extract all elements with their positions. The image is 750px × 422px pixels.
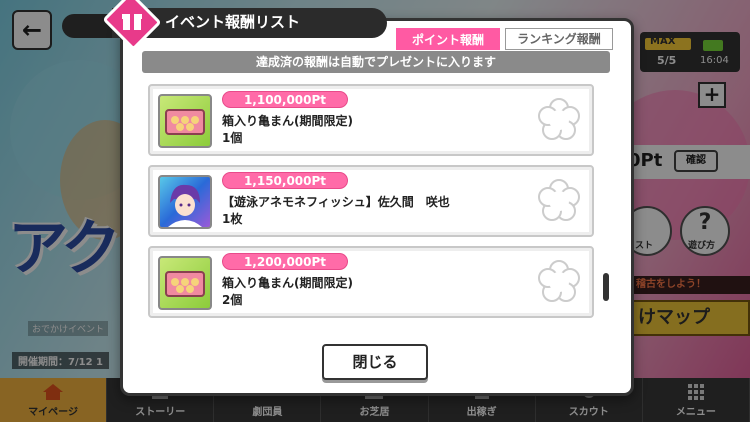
reward-name: 箱入り亀まん(期間限定) (222, 114, 353, 128)
character-portrait-icon (168, 184, 202, 227)
reward-thumbnail (158, 256, 212, 310)
manju-box-icon (165, 109, 205, 135)
auto-present-notice: 達成済の報酬は自動でプレゼントに入ります (142, 51, 610, 73)
scrollbar-thumb[interactable] (603, 273, 609, 301)
reward-name: 箱入り亀まん(期間限定) (222, 276, 353, 290)
reward-row: 1,200,000Pt 箱入り亀まん(期間限定) 2個 (148, 246, 594, 318)
tab-ranking-rewards[interactable]: ランキング報酬 (505, 28, 613, 50)
required-points: 1,200,000Pt (222, 253, 348, 270)
reward-row: 1,150,000Pt 【遊泳アネモネフィッシュ】佐久間 咲也 1枚 (148, 165, 594, 237)
reward-name: 【遊泳アネモネフィッシュ】佐久間 咲也 (222, 195, 450, 209)
required-points: 1,150,000Pt (222, 172, 348, 189)
tab-point-rewards[interactable]: ポイント報酬 (396, 28, 500, 50)
achievement-flower-icon (538, 98, 580, 140)
reward-quantity: 1個 (222, 131, 243, 145)
reward-quantity: 2個 (222, 293, 243, 307)
achievement-flower-icon (538, 260, 580, 302)
required-points: 1,100,000Pt (222, 91, 348, 108)
manju-box-icon (165, 271, 205, 297)
reward-thumbnail (158, 175, 212, 229)
reward-row: 1,100,000Pt 箱入り亀まん(期間限定) 1個 (148, 84, 594, 156)
dialog-title: イベント報酬リスト (165, 13, 301, 31)
reward-list[interactable]: 1,100,000Pt 箱入り亀まん(期間限定) 1個 1,150,000Pt … (142, 75, 600, 325)
achievement-flower-icon (538, 179, 580, 221)
reward-quantity: 1枚 (222, 212, 243, 226)
gift-box-icon (122, 14, 142, 30)
reward-thumbnail (158, 94, 212, 148)
close-button[interactable]: 閉じる (322, 344, 428, 380)
